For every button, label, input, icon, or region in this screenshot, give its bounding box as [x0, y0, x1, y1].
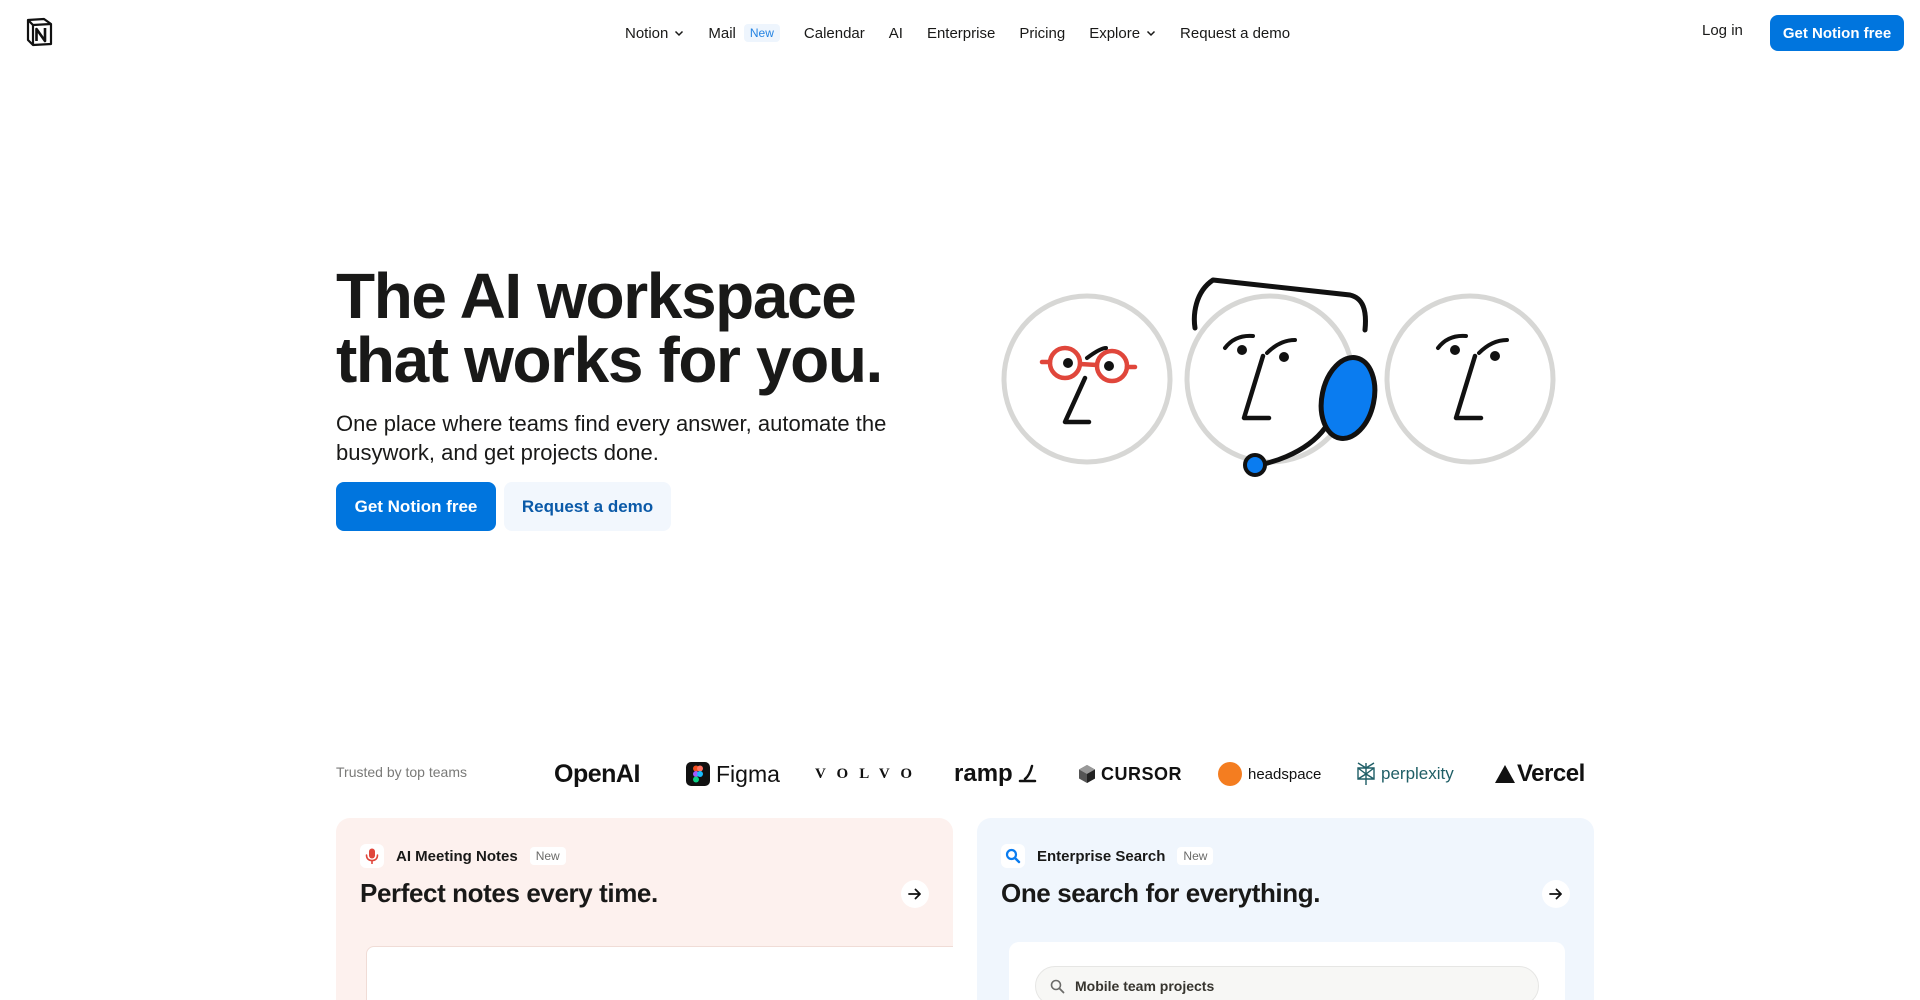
vercel-logo-text: Vercel: [1517, 760, 1585, 787]
hero-subtitle: One place where teams find every answer,…: [336, 411, 887, 465]
nav-link-notion[interactable]: Notion: [625, 25, 684, 42]
hero-illustration: [1001, 277, 1556, 477]
card-header: Enterprise Search New: [1001, 844, 1214, 868]
nav-link-label: AI: [888, 24, 903, 42]
nav-link-label: Calendar: [803, 24, 865, 42]
nav-link-label: Mail: [708, 24, 736, 42]
face-headset-icon: [1184, 277, 1378, 477]
card-header: AI Meeting Notes New: [360, 844, 566, 868]
cursor-logo-text: CURSOR: [1101, 763, 1183, 784]
chevron-down-icon: [675, 30, 684, 37]
headspace-logo: headspace: [1218, 756, 1321, 792]
nav-link-label: Explore: [1089, 24, 1141, 42]
face-glasses-icon: [1001, 293, 1173, 465]
meeting-notes-preview: [366, 946, 953, 1000]
notion-logo-icon[interactable]: [24, 17, 54, 47]
headspace-dot-icon: [1218, 762, 1242, 786]
ramp-icon: [1018, 764, 1036, 783]
perplexity-icon: [1357, 762, 1375, 785]
ramp-logo-text: ramp: [954, 760, 1013, 787]
trusted-label: Trusted by top teams: [336, 764, 467, 780]
arrow-right-icon[interactable]: [1542, 880, 1570, 908]
vercel-logo: Vercel: [1494, 756, 1585, 792]
search-icon: [1050, 979, 1065, 993]
cursor-logo: CURSOR: [1078, 756, 1182, 792]
new-badge: New: [1177, 847, 1214, 865]
hero-title-line-1: The AI workspace: [336, 260, 857, 332]
nav-link-mail[interactable]: Mail New: [708, 24, 780, 42]
nav-link-label: Notion: [625, 24, 669, 42]
top-nav: Notion Mail New Calendar AI Enterprise P…: [0, 0, 1920, 66]
chevron-down-icon: [1147, 30, 1156, 37]
nav-link-label: Pricing: [1019, 24, 1066, 42]
vercel-triangle-icon: [1495, 765, 1515, 783]
nav-link-label: Enterprise: [926, 24, 996, 42]
enterprise-search-card[interactable]: Enterprise Search New One search for eve…: [977, 818, 1594, 1000]
hero-get-notion-free-button[interactable]: Get Notion free: [336, 482, 496, 531]
figma-icon: [686, 762, 710, 786]
nav-link-enterprise[interactable]: Enterprise: [927, 25, 995, 42]
face-plain-icon: [1384, 293, 1556, 465]
nav-link-request-demo[interactable]: Request a demo: [1180, 25, 1290, 42]
hero-request-demo-button[interactable]: Request a demo: [504, 482, 671, 531]
openai-logo: OpenAI: [554, 759, 640, 788]
volvo-logo: VOLVO: [815, 765, 924, 782]
figma-logo: Figma: [686, 756, 780, 792]
login-link[interactable]: Log in: [1702, 22, 1743, 39]
search-query-text: Mobile team projects: [1075, 978, 1215, 994]
nav-link-explore[interactable]: Explore: [1089, 25, 1156, 42]
card-label: AI Meeting Notes: [396, 847, 518, 865]
nav-link-calendar[interactable]: Calendar: [804, 25, 865, 42]
perplexity-logo: perplexity: [1356, 756, 1454, 792]
nav-link-pricing[interactable]: Pricing: [1019, 25, 1065, 42]
nav-link-label: Request a demo: [1180, 24, 1291, 42]
search-icon: [1001, 844, 1025, 868]
cursor-cube-icon: [1079, 765, 1095, 783]
new-badge: New: [529, 847, 566, 865]
hero-title: The AI workspace that works for you.: [336, 264, 976, 392]
hero-title-line-2: that works for you.: [336, 324, 883, 396]
ramp-logo: ramp: [954, 756, 1039, 792]
nav-links: Notion Mail New Calendar AI Enterprise P…: [625, 22, 1290, 44]
search-input[interactable]: Mobile team projects: [1035, 966, 1539, 1000]
headspace-logo-text: headspace: [1248, 765, 1322, 783]
card-label: Enterprise Search: [1037, 847, 1166, 865]
card-title: One search for everything.: [1001, 878, 1321, 908]
search-preview: Mobile team projects: [1009, 942, 1565, 1000]
nav-link-ai[interactable]: AI: [889, 25, 903, 42]
get-notion-free-button[interactable]: Get Notion free: [1770, 15, 1904, 51]
figma-logo-text: Figma: [716, 760, 780, 787]
ai-meeting-notes-card[interactable]: AI Meeting Notes New Perfect notes every…: [336, 818, 953, 1000]
card-title: Perfect notes every time.: [360, 878, 658, 908]
new-badge: New: [743, 24, 780, 42]
perplexity-logo-text: perplexity: [1381, 764, 1454, 783]
microphone-icon: [360, 844, 384, 868]
arrow-right-icon[interactable]: [901, 880, 929, 908]
